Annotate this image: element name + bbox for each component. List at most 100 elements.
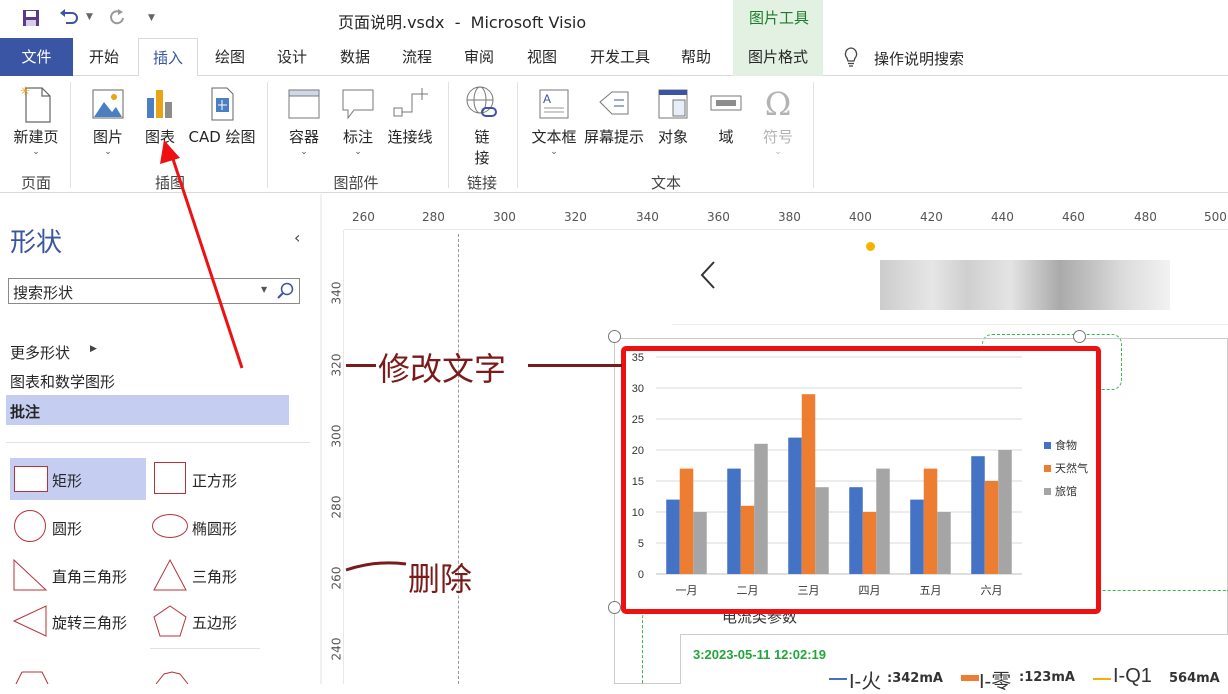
callout-button[interactable]: 标注 ⌄ <box>334 84 382 157</box>
legend-i-zero: I-零 <box>979 671 1012 693</box>
undo-dropdown-icon[interactable]: ▼ <box>86 12 93 22</box>
lightbulb-icon[interactable] <box>842 47 860 67</box>
blurred-title-image <box>880 260 1170 310</box>
screentip-button[interactable]: 屏幕提示 <box>582 84 646 147</box>
chart-icon <box>143 84 177 124</box>
ruler-tick-label: 320 <box>564 210 587 224</box>
bar <box>998 450 1012 574</box>
new-page-button[interactable]: ✳ 新建页 ⌄ <box>8 82 64 157</box>
undo-icon[interactable] <box>58 8 80 28</box>
tab-view[interactable]: 视图 <box>514 38 570 76</box>
shape-ellipse[interactable]: 椭圆形 <box>150 506 290 548</box>
field-button[interactable]: 域 <box>704 84 748 147</box>
tab-developer[interactable]: 开发工具 <box>582 38 658 76</box>
connector-button[interactable]: 连接线 <box>384 84 436 147</box>
legend-marker-blue <box>829 678 847 680</box>
group-links-label: 链接 <box>466 174 497 192</box>
selection-handle[interactable] <box>608 330 621 343</box>
embedded-chart[interactable]: 0 5 10 15 20 25 30 35 一月 二月 三月 四月 五月 六月 食物 天然气 旅馆 <box>621 346 1101 614</box>
stencil-callouts[interactable]: 批注 <box>6 395 289 425</box>
y-tick-label: 10 <box>632 507 644 519</box>
picture-button[interactable]: 图片 ⌄ <box>84 84 132 157</box>
link-button[interactable]: 链 接 <box>458 84 506 168</box>
selection-handle[interactable] <box>608 601 621 614</box>
legend-i-q1: I-Q1 <box>1113 665 1152 687</box>
context-group-picture-tools: 图片工具 <box>733 0 823 38</box>
shape-label: 五边形 <box>192 614 238 632</box>
y-tick-label: 0 <box>638 569 644 581</box>
search-input[interactable]: 搜索形状 <box>13 282 73 303</box>
ruler-tick-label: 420 <box>920 210 943 224</box>
shape-label: 圆形 <box>52 520 83 538</box>
chevron-down-icon: ⌄ <box>300 147 308 157</box>
shape-label: 直角三角形 <box>52 568 128 586</box>
drawing-canvas[interactable]: 260 280 300 320 340 360 380 400 420 440 … <box>322 194 1228 693</box>
legend-i-zero-value: :123mA <box>1019 670 1075 685</box>
connector-icon <box>392 84 428 124</box>
search-icon[interactable] <box>277 282 295 300</box>
symbol-button[interactable]: Ω 符号 ⌄ <box>754 84 802 157</box>
bar <box>754 443 768 574</box>
tab-help[interactable]: 帮助 <box>668 38 724 76</box>
customize-qat-icon[interactable]: ▼ <box>148 13 155 23</box>
bar <box>876 468 890 574</box>
tab-insert[interactable]: 插入 <box>138 38 198 77</box>
container-label: 容器 <box>288 128 319 146</box>
ruler-tick-label: 480 <box>1134 210 1157 224</box>
new-page-label: 新建页 <box>13 128 59 146</box>
tab-process[interactable]: 流程 <box>389 38 445 76</box>
shape-square[interactable]: 正方形 <box>150 458 290 500</box>
shape-rotated-triangle[interactable]: 旋转三角形 <box>10 600 146 642</box>
redo-icon[interactable] <box>108 8 128 28</box>
object-button[interactable]: 对象 <box>650 84 696 147</box>
tab-picture-format[interactable]: 图片格式 <box>733 38 823 76</box>
bar <box>693 512 707 574</box>
field-icon <box>708 84 744 124</box>
group-page-label: 页面 <box>20 174 51 192</box>
mock-header-line <box>672 324 1228 325</box>
legend-swatch <box>1044 488 1051 495</box>
link-label-1: 链 <box>474 128 490 146</box>
selection-handle[interactable] <box>1073 330 1086 343</box>
shapes-panel-title: 形状 <box>10 228 63 258</box>
shape-pentagon[interactable]: 五边形 <box>150 600 290 642</box>
tab-design[interactable]: 设计 <box>264 38 320 76</box>
chevron-down-icon: ⌄ <box>104 147 112 157</box>
field-label: 域 <box>718 128 734 146</box>
x-tick-label: 三月 <box>798 584 820 597</box>
container-button[interactable]: 容器 ⌄ <box>280 84 328 157</box>
tab-file[interactable]: 文件 <box>0 38 73 76</box>
legend-label: 天然气 <box>1055 461 1088 475</box>
shape-rectangle[interactable]: 矩形 <box>10 458 146 500</box>
save-icon[interactable] <box>22 9 40 27</box>
ellipse-icon <box>152 514 188 538</box>
bar <box>849 487 863 574</box>
tab-review[interactable]: 审阅 <box>451 38 507 76</box>
shape-triangle[interactable]: 三角形 <box>150 554 290 596</box>
bar <box>910 499 924 574</box>
bar <box>801 394 816 574</box>
y-tick-label: 20 <box>632 445 644 457</box>
hexagon-icon <box>14 670 50 685</box>
collapse-panel-icon[interactable]: ‹ <box>294 228 300 247</box>
textbox-button[interactable]: A 文本框 ⌄ <box>528 84 580 157</box>
connector-label: 连接线 <box>387 128 433 146</box>
tab-home[interactable]: 开始 <box>76 38 132 76</box>
shape-circle[interactable]: 圆形 <box>10 506 146 548</box>
tab-draw[interactable]: 绘图 <box>202 38 258 76</box>
annotation-edit-text: 修改文字 <box>378 350 507 388</box>
more-shapes-menu[interactable]: 更多形状 <box>10 342 70 363</box>
square-icon <box>154 462 186 494</box>
bar <box>971 456 985 574</box>
tab-data[interactable]: 数据 <box>327 38 383 76</box>
svg-text:✳: ✳ <box>20 84 30 98</box>
shape-right-triangle[interactable]: 直角三角形 <box>10 554 146 596</box>
tell-me-search[interactable]: 操作说明搜索 <box>874 48 964 69</box>
ruler-tick-label: 360 <box>707 210 730 224</box>
rotated-triangle-icon <box>12 604 48 638</box>
stencil-charts-math[interactable]: 图表和数学图形 <box>10 371 115 392</box>
new-page-icon: ✳ <box>18 82 54 126</box>
selection-handle-yellow[interactable] <box>866 242 875 251</box>
bar <box>788 437 802 574</box>
chevron-down-icon: ⌄ <box>354 147 362 157</box>
